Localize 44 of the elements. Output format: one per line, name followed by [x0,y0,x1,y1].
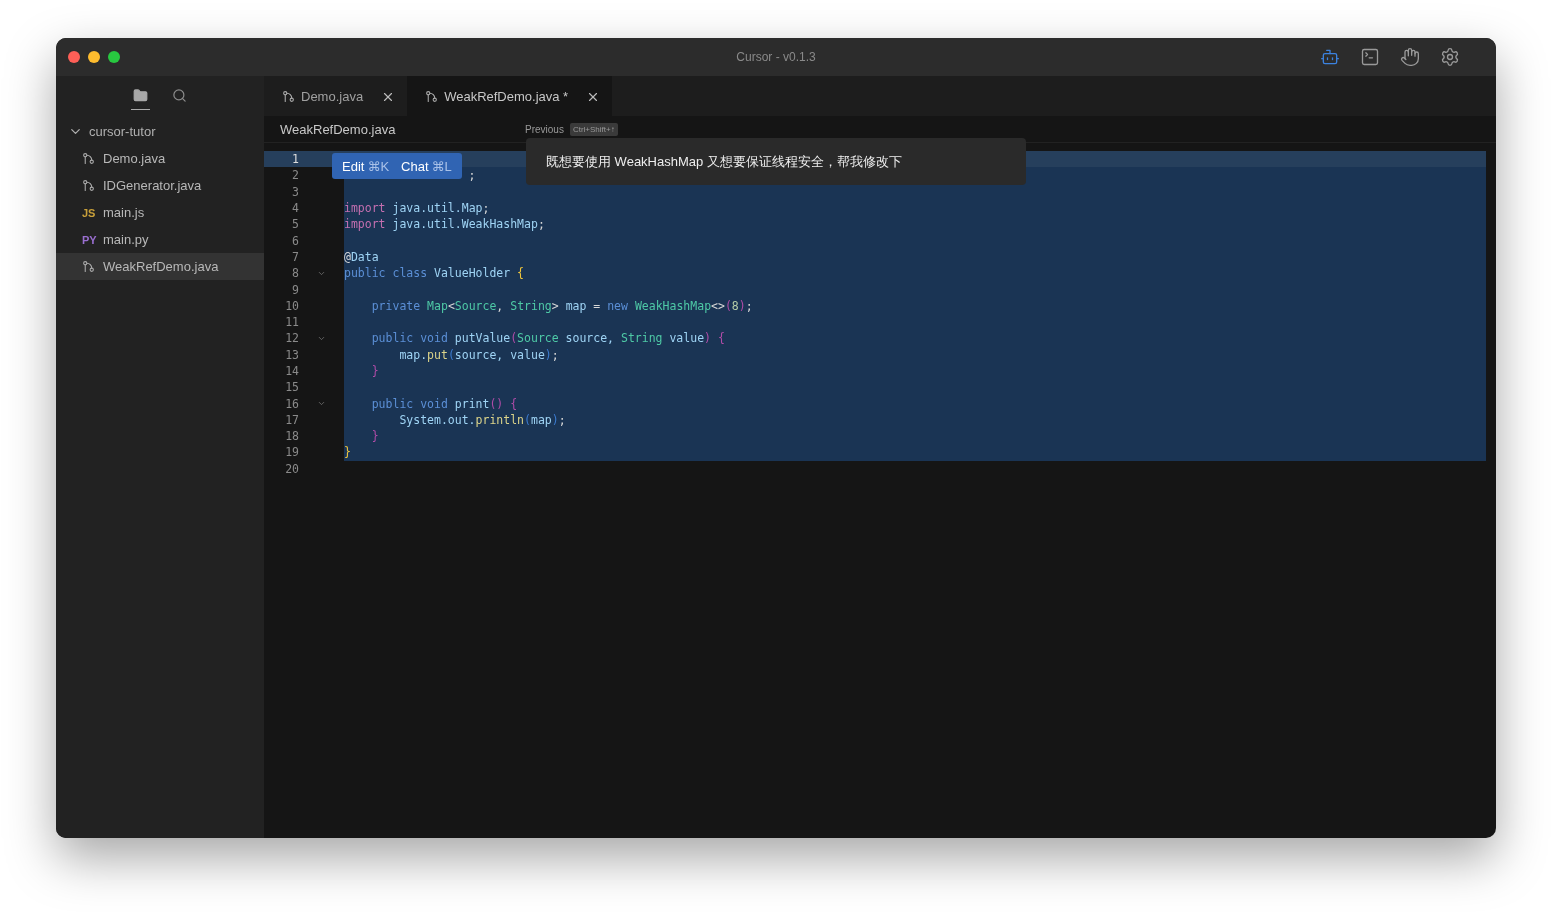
line-number: 11 [284,315,299,330]
line-number: 18 [284,429,299,444]
close-button[interactable] [68,51,80,63]
zoom-button[interactable] [108,51,120,63]
line-number: 4 [291,201,299,216]
branch-icon [282,90,295,103]
prompt-text: 既想要使用 WeakHashMap 又想要保证线程安全，帮我修改下 [526,138,1026,185]
file-item[interactable]: PY main.py [56,226,264,253]
branch-icon [82,179,95,192]
line-number: 12 [284,331,299,346]
folder-tab[interactable] [131,86,150,110]
line-number: 15 [284,380,299,395]
file-item[interactable]: Demo.java [56,145,264,172]
line-number: 17 [284,412,299,427]
line-number: 14 [284,364,299,378]
folder-item[interactable]: cursor-tutor [56,118,264,145]
file-item[interactable]: WeakRefDemo.java [56,253,264,280]
line-number: 1 [291,152,299,167]
breadcrumb: WeakRefDemo.java [280,121,397,137]
window-title: Cursor - v0.1.3 [736,50,816,64]
file-type-label: PY [82,233,98,246]
file-item[interactable]: IDGenerator.java [56,172,264,199]
line-number: 6 [291,233,299,248]
editor-tab[interactable]: WeakRefDemo.java * [407,76,613,116]
line-number: 9 [291,282,299,297]
file-type-label: JS [82,206,97,219]
line-number: 16 [284,396,299,411]
line-number: 7 [291,249,299,264]
branch-icon [425,90,439,103]
shortcut-key: Ctrl+Shift+↑ [569,122,618,136]
line-number: 10 [284,298,299,313]
branch-icon [82,260,95,273]
line-number: 5 [291,217,299,232]
branch-icon [82,152,95,165]
hand-button[interactable] [1398,45,1422,69]
minimize-button[interactable] [88,51,100,63]
file-item[interactable]: JS main.js [56,199,264,226]
previous-label[interactable]: Previous [525,123,564,135]
line-number: 3 [291,184,299,199]
line-number: 2 [291,168,299,183]
line-number: 20 [284,461,299,476]
line-number: 13 [284,347,299,362]
line-number: 19 [284,445,299,460]
line-number: 8 [291,266,299,281]
